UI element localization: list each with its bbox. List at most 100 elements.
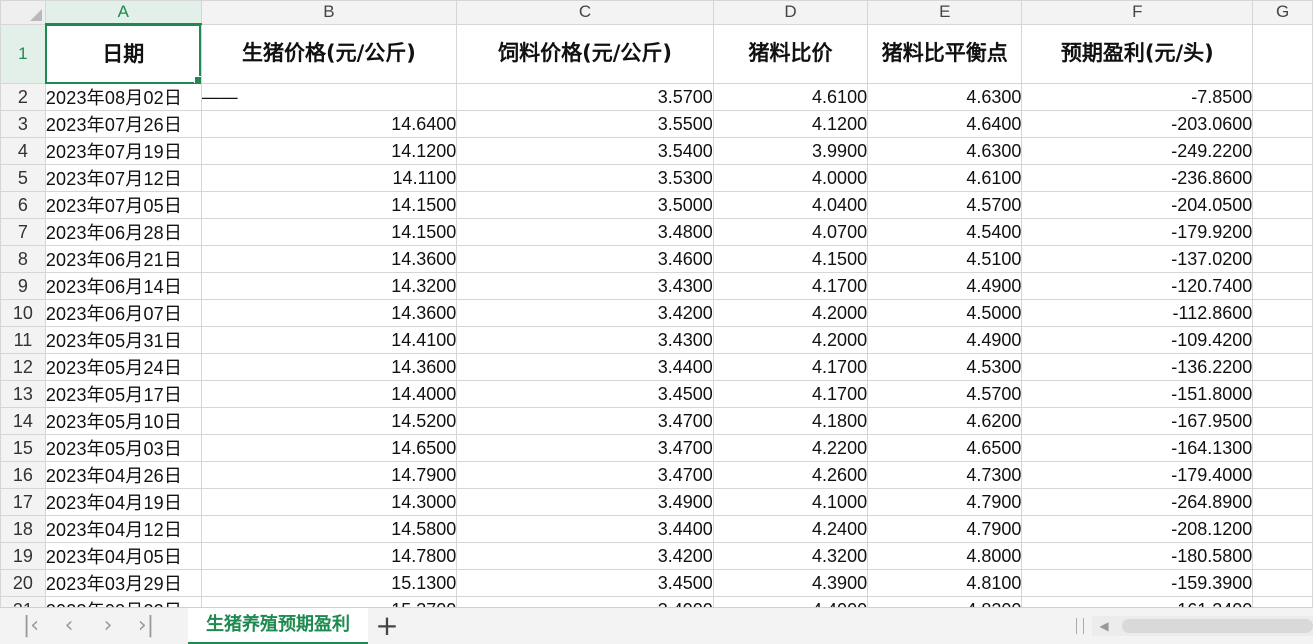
cell-g[interactable]: [1252, 434, 1313, 462]
cell-profit[interactable]: -164.1300: [1021, 434, 1254, 462]
cell-date[interactable]: 2023年05月24日: [44, 353, 202, 381]
cell-a1-date-header[interactable]: 日期: [44, 23, 202, 84]
cell-hog-price[interactable]: 14.5200: [200, 407, 458, 435]
scroll-split-handle[interactable]: [1076, 618, 1084, 634]
cell-breakeven[interactable]: 4.8000: [867, 542, 1023, 570]
cell-feed-price[interactable]: 3.4900: [456, 488, 714, 516]
cell-breakeven[interactable]: 4.6400: [867, 110, 1023, 138]
cell-ratio[interactable]: 4.4000: [712, 596, 869, 607]
cell-d1-ratio-header[interactable]: 猪料比价: [712, 23, 869, 84]
select-all-triangle-icon[interactable]: [29, 8, 42, 21]
cell-ratio[interactable]: 4.1800: [712, 407, 869, 435]
cell-hog-price[interactable]: 14.1500: [200, 218, 458, 246]
cell-breakeven[interactable]: 4.4900: [867, 326, 1023, 354]
cell-date[interactable]: 2023年06月07日: [44, 299, 202, 327]
cell-hog-price[interactable]: 14.3600: [200, 299, 458, 327]
last-sheet-icon[interactable]: ›|: [131, 611, 161, 641]
cell-feed-price[interactable]: 3.4500: [456, 569, 714, 597]
cell-profit[interactable]: -167.9500: [1021, 407, 1254, 435]
cell-hog-price[interactable]: 14.3600: [200, 245, 458, 273]
cell-date[interactable]: 2023年07月05日: [44, 191, 202, 219]
row-header[interactable]: 2: [0, 83, 46, 111]
column-header-b[interactable]: B: [200, 0, 458, 25]
cell-feed-price[interactable]: 3.5500: [456, 110, 714, 138]
cell-ratio[interactable]: 4.6100: [712, 83, 869, 111]
cell-breakeven[interactable]: 4.8100: [867, 569, 1023, 597]
cell-date[interactable]: 2023年04月12日: [44, 515, 202, 543]
cell-profit[interactable]: -208.1200: [1021, 515, 1254, 543]
cell-profit[interactable]: -161.2400: [1021, 596, 1254, 607]
cell-g[interactable]: [1252, 569, 1313, 597]
cell-ratio[interactable]: 4.2000: [712, 326, 869, 354]
row-header[interactable]: 6: [0, 191, 46, 219]
cell-c1-feed-price-header[interactable]: 饲料价格(元/公斤): [456, 23, 714, 84]
cell-ratio[interactable]: 4.3900: [712, 569, 869, 597]
cell-feed-price[interactable]: 3.4300: [456, 326, 714, 354]
cell-ratio[interactable]: 4.0700: [712, 218, 869, 246]
cell-feed-price[interactable]: 3.5400: [456, 137, 714, 165]
row-header[interactable]: 14: [0, 407, 46, 435]
cell-ratio[interactable]: 4.1700: [712, 272, 869, 300]
cell-ratio[interactable]: 4.2200: [712, 434, 869, 462]
column-header-f[interactable]: F: [1021, 0, 1254, 25]
cell-date[interactable]: 2023年08月02日: [44, 83, 202, 111]
row-header[interactable]: 4: [0, 137, 46, 165]
cell-g[interactable]: [1252, 353, 1313, 381]
sheet-tab-active[interactable]: 生猪养殖预期盈利: [188, 608, 368, 644]
cell-profit[interactable]: -179.4000: [1021, 461, 1254, 489]
cell-g[interactable]: [1252, 164, 1313, 192]
cell-profit[interactable]: -120.7400: [1021, 272, 1254, 300]
cell-g[interactable]: [1252, 272, 1313, 300]
cell-ratio[interactable]: 4.1500: [712, 245, 869, 273]
cell-feed-price[interactable]: 3.4600: [456, 245, 714, 273]
cell-breakeven[interactable]: 4.6200: [867, 407, 1023, 435]
cell-profit[interactable]: -159.3900: [1021, 569, 1254, 597]
cell-ratio[interactable]: 4.2000: [712, 299, 869, 327]
cell-profit[interactable]: -204.0500: [1021, 191, 1254, 219]
cell-breakeven[interactable]: 4.6100: [867, 164, 1023, 192]
prev-sheet-icon[interactable]: ‹: [54, 611, 84, 641]
cell-ratio[interactable]: 4.1700: [712, 380, 869, 408]
cell-hog-price[interactable]: ——: [200, 83, 458, 111]
cell-ratio[interactable]: 4.2400: [712, 515, 869, 543]
cell-g[interactable]: [1252, 83, 1313, 111]
cell-hog-price[interactable]: 14.4100: [200, 326, 458, 354]
cell-g[interactable]: [1252, 515, 1313, 543]
row-header[interactable]: 15: [0, 434, 46, 462]
cell-hog-price[interactable]: 14.1500: [200, 191, 458, 219]
cell-ratio[interactable]: 4.0400: [712, 191, 869, 219]
cell-hog-price[interactable]: 15.3700: [200, 596, 458, 607]
cell-feed-price[interactable]: 3.5300: [456, 164, 714, 192]
scrollbar-thumb[interactable]: [1122, 619, 1313, 633]
scroll-left-icon[interactable]: ◀: [1096, 616, 1112, 636]
cell-g[interactable]: [1252, 245, 1313, 273]
column-header-e[interactable]: E: [867, 0, 1023, 25]
cell-hog-price[interactable]: 14.7800: [200, 542, 458, 570]
cell-hog-price[interactable]: 14.4000: [200, 380, 458, 408]
cell-feed-price[interactable]: 3.4800: [456, 218, 714, 246]
cell-g[interactable]: [1252, 380, 1313, 408]
cell-profit[interactable]: -137.0200: [1021, 245, 1254, 273]
cell-date[interactable]: 2023年04月05日: [44, 542, 202, 570]
cell-profit[interactable]: -151.8000: [1021, 380, 1254, 408]
cell-date[interactable]: 2023年07月19日: [44, 137, 202, 165]
cell-g[interactable]: [1252, 542, 1313, 570]
cell-date[interactable]: 2023年03月29日: [44, 569, 202, 597]
cell-date[interactable]: 2023年04月26日: [44, 461, 202, 489]
horizontal-scrollbar[interactable]: ◀: [1092, 616, 1313, 636]
cell-g[interactable]: [1252, 218, 1313, 246]
cell-date[interactable]: 2023年07月26日: [44, 110, 202, 138]
cell-breakeven[interactable]: 4.6300: [867, 83, 1023, 111]
cell-breakeven[interactable]: 4.5300: [867, 353, 1023, 381]
row-header[interactable]: 13: [0, 380, 46, 408]
spreadsheet-grid[interactable]: A B C D E F G 1 日期 生猪价格(元/公斤) 饲料价格(元/公斤)…: [0, 0, 1313, 607]
cell-hog-price[interactable]: 14.6500: [200, 434, 458, 462]
cell-g1[interactable]: [1252, 23, 1313, 84]
select-all-corner[interactable]: [0, 0, 46, 25]
cell-feed-price[interactable]: 3.4700: [456, 434, 714, 462]
row-header[interactable]: 5: [0, 164, 46, 192]
cell-hog-price[interactable]: 15.1300: [200, 569, 458, 597]
cell-g[interactable]: [1252, 299, 1313, 327]
cell-feed-price[interactable]: 3.5000: [456, 191, 714, 219]
cell-hog-price[interactable]: 14.5800: [200, 515, 458, 543]
